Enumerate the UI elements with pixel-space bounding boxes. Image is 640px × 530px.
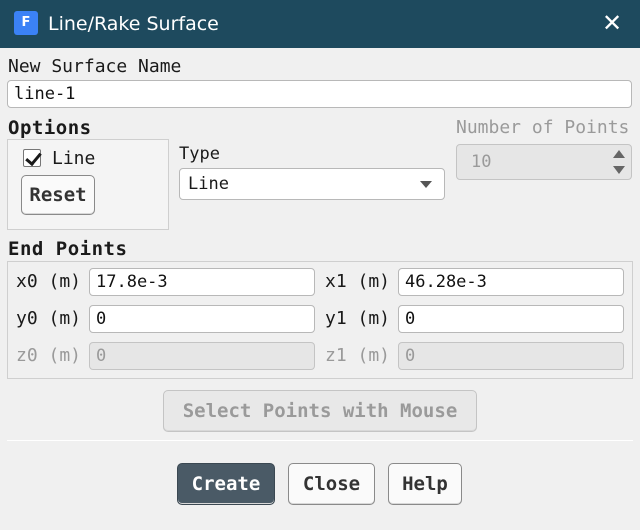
chevron-down-icon bbox=[420, 181, 432, 188]
line-checkbox-label: Line bbox=[52, 148, 96, 169]
z1-input: 0 bbox=[398, 342, 624, 370]
y1-input[interactable]: 0 bbox=[398, 305, 624, 333]
type-label: Type bbox=[179, 144, 220, 164]
options-heading: Options bbox=[8, 117, 92, 139]
end-points-heading: End Points bbox=[8, 238, 128, 260]
type-select-value: Line bbox=[188, 174, 229, 194]
create-button[interactable]: Create bbox=[177, 463, 275, 505]
number-of-points-label: Number of Points bbox=[456, 117, 630, 138]
close-button[interactable]: Close bbox=[288, 463, 375, 505]
surface-name-input[interactable]: line-1 bbox=[7, 80, 632, 108]
number-of-points-value: 10 bbox=[471, 152, 492, 172]
number-of-points-spinner: 10 bbox=[456, 144, 632, 180]
y0-label: y0 (m) bbox=[16, 308, 82, 329]
help-button[interactable]: Help bbox=[388, 463, 462, 505]
y1-label: y1 (m) bbox=[325, 308, 391, 329]
x0-label: x0 (m) bbox=[16, 271, 82, 292]
z1-label: z1 (m) bbox=[325, 345, 391, 366]
y0-input[interactable]: 0 bbox=[89, 305, 315, 333]
type-select[interactable]: Line bbox=[179, 168, 445, 200]
close-icon[interactable]: ✕ bbox=[598, 8, 626, 38]
x1-input[interactable]: 46.28e-3 bbox=[398, 268, 624, 296]
z0-input: 0 bbox=[89, 342, 315, 370]
z0-label: z0 (m) bbox=[16, 345, 82, 366]
line-checkbox[interactable] bbox=[23, 149, 41, 167]
divider bbox=[7, 440, 633, 441]
reset-button[interactable]: Reset bbox=[21, 175, 95, 215]
spin-down-icon bbox=[613, 166, 625, 174]
spin-up-icon bbox=[613, 150, 625, 158]
surface-name-label: New Surface Name bbox=[8, 56, 182, 77]
app-icon: F bbox=[14, 11, 38, 35]
title-bar: F Line/Rake Surface ✕ bbox=[0, 0, 640, 48]
window-title: Line/Rake Surface bbox=[48, 13, 219, 35]
x0-input[interactable]: 17.8e-3 bbox=[89, 268, 315, 296]
x1-label: x1 (m) bbox=[325, 271, 391, 292]
select-points-with-mouse-button: Select Points with Mouse bbox=[163, 390, 477, 432]
